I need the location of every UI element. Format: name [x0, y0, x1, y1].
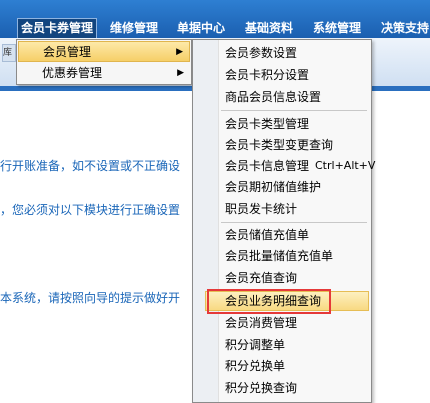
menu-decision[interactable]: 决策支持: [381, 19, 429, 38]
submenu-item-points-exchange-query[interactable]: 积分兑换查询: [225, 379, 297, 398]
member-card-dropdown: 会员管理 ▶ 优惠券管理 ▶: [16, 39, 192, 85]
submenu-item-consumption[interactable]: 会员消费管理: [225, 314, 297, 333]
main-menubar: 会员卡券管理 维修管理 单据中心 基础资料 系统管理 决策支持: [0, 0, 430, 39]
menu-repair[interactable]: 维修管理: [110, 19, 158, 38]
menu-item-member-management[interactable]: 会员管理 ▶: [18, 41, 190, 62]
menu-basic-data[interactable]: 基础资料: [245, 19, 293, 38]
submenu-item-recharge-query[interactable]: 会员充值查询: [225, 269, 297, 288]
menu-icon-strip: [193, 40, 219, 402]
menu-item-label: 会员管理: [43, 45, 92, 59]
toolbar-fragment[interactable]: 库: [2, 44, 16, 62]
submenu-item-staff-card-stats[interactable]: 职员发卡统计: [225, 200, 297, 219]
menu-member-card[interactable]: 会员卡券管理: [17, 18, 98, 39]
submenu-item-card-info[interactable]: 会员卡信息管理: [225, 157, 309, 176]
menu-item-label: 优惠券管理: [42, 66, 103, 80]
bg-text-line2: ，您必须对以下模块进行正确设置: [0, 203, 181, 217]
submenu-item-goods-member-info[interactable]: 商品会员信息设置: [225, 88, 321, 107]
submenu-item-card-points[interactable]: 会员卡积分设置: [225, 66, 309, 85]
submenu-item-member-params[interactable]: 会员参数设置: [225, 44, 297, 63]
submenu-item-points-exchange[interactable]: 积分兑换单: [225, 357, 285, 376]
menu-documents[interactable]: 单据中心: [177, 19, 225, 38]
submenu-item-batch-recharge[interactable]: 会员批量储值充值单: [225, 247, 333, 266]
submenu-item-card-type[interactable]: 会员卡类型管理: [225, 115, 309, 134]
bg-text-line1: 行开账准备，如不设置或不正确设: [0, 159, 181, 173]
menu-system[interactable]: 系统管理: [313, 19, 361, 38]
shortcut-ctrl-alt-v: Ctrl+Alt+V: [315, 159, 376, 172]
submenu-item-card-type-change[interactable]: 会员卡类型变更查询: [225, 136, 333, 155]
highlight-annotation-box: [207, 289, 331, 314]
submenu-arrow-icon: ▶: [177, 68, 184, 78]
menu-item-coupon-management[interactable]: 优惠券管理 ▶: [18, 63, 190, 84]
member-management-submenu: 会员参数设置 会员卡积分设置 商品会员信息设置 会员卡类型管理 会员卡类型变更查…: [192, 39, 376, 403]
menu-separator: [221, 110, 367, 111]
menu-separator: [221, 222, 367, 223]
submenu-arrow-icon: ▶: [176, 47, 183, 57]
submenu-item-recharge-bill[interactable]: 会员储值充值单: [225, 226, 309, 245]
submenu-item-points-adjust[interactable]: 积分调整单: [225, 336, 285, 355]
submenu-item-initial-stored-value[interactable]: 会员期初储值维护: [225, 178, 321, 197]
bg-text-line3: 本系统，请按照向导的提示做好开: [0, 291, 181, 305]
